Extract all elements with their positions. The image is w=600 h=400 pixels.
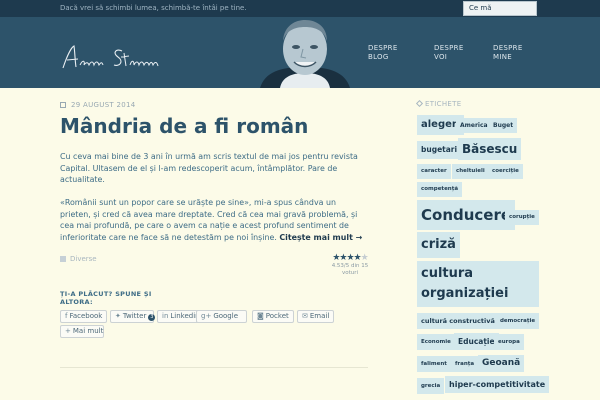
share-email-button[interactable]: ✉ Email	[297, 310, 334, 323]
share-google-button[interactable]: g+ Google	[196, 310, 247, 323]
tags-title: ETICHETE	[415, 99, 462, 108]
read-more-link[interactable]: Citește mai mult →	[279, 233, 362, 242]
post-date-text[interactable]: 29 AUGUST 2014	[71, 101, 136, 109]
interests-dropdown-button[interactable]: Ce mă interesează...	[463, 1, 537, 25]
author-photo	[250, 17, 360, 88]
tag-item[interactable]: europa	[494, 334, 524, 350]
tag-item[interactable]: franța	[451, 356, 479, 372]
share-facebook-button[interactable]: f Facebook	[60, 310, 107, 323]
tag-item[interactable]: bugetari	[417, 141, 462, 159]
rating-stars[interactable]: ★★★★★	[330, 253, 370, 263]
tag-item[interactable]: caracter	[417, 164, 451, 179]
category-link[interactable]: Diverse	[70, 255, 97, 263]
more-icon: +	[65, 327, 71, 335]
linkedin-icon: in	[162, 312, 169, 320]
nav-despre-mine[interactable]: DESPRE MINE	[493, 44, 529, 62]
rating-summary-line1: 4.53/5 din 15	[331, 263, 369, 269]
tag-item[interactable]: competență	[417, 182, 463, 197]
post-rating: ★★★★★ 4.53/5 din 15 voturi	[330, 253, 370, 277]
tag-item[interactable]: America	[456, 118, 492, 133]
tag-item[interactable]: Educație	[454, 333, 499, 350]
post-paragraph-1: Cu ceva mai bine de 3 ani în urmă am scr…	[60, 152, 358, 184]
tag-item[interactable]: Buget	[489, 118, 518, 133]
nav-despre-blog[interactable]: DESPRE BLOG	[368, 44, 408, 62]
share-more-button[interactable]: + Mai mult	[60, 325, 104, 338]
site-header: DESPRE BLOG DESPRE VOI DESPRE MINE	[0, 17, 600, 88]
twitter-icon: ✦	[115, 312, 121, 320]
folder-icon	[60, 256, 66, 262]
share-label: Google	[213, 312, 238, 320]
share-title: ȚI-A PLĂCUT? SPUNE ȘI ALTORA:	[60, 290, 152, 306]
tag-item[interactable]: grecia	[417, 378, 445, 394]
share-label: Pocket	[265, 312, 289, 320]
share-label: Mai mult	[72, 327, 104, 335]
site-logo[interactable]	[60, 43, 175, 73]
tag-item[interactable]: cultura organizației	[417, 261, 539, 307]
calendar-icon	[60, 102, 66, 108]
half-star-icon[interactable]: ★	[354, 253, 362, 263]
tag-icon	[415, 99, 424, 108]
site-tagline: Dacă vrei să schimbi lumea, schimbă-te î…	[60, 4, 247, 12]
tag-item[interactable]: Economie	[417, 334, 455, 350]
tag-item[interactable]: coerciție	[488, 164, 523, 179]
top-bar: Dacă vrei să schimbi lumea, schimbă-te î…	[0, 0, 600, 25]
tag-item[interactable]: Conducere	[417, 200, 516, 230]
post-date: 29 AUGUST 2014	[60, 101, 136, 109]
share-label: Twitter	[122, 312, 147, 320]
share-label: Facebook	[69, 312, 103, 320]
google-plus-icon: g+	[201, 312, 212, 320]
share-pocket-button[interactable]: ◙ Pocket	[252, 310, 294, 323]
tag-item[interactable]: criză	[417, 232, 460, 258]
facebook-icon: f	[65, 312, 68, 320]
tag-item[interactable]: Băsescu	[458, 138, 522, 160]
tag-item[interactable]: Geoană	[478, 355, 525, 372]
star-icon[interactable]: ★★★	[332, 253, 354, 263]
post-divider	[60, 367, 368, 368]
tags-title-text: ETICHETE	[425, 100, 462, 108]
email-icon: ✉	[302, 312, 308, 320]
empty-star-icon[interactable]: ★	[361, 253, 369, 263]
post-title[interactable]: Mândria de a fi român	[60, 114, 308, 138]
tag-item[interactable]: corupție	[505, 210, 539, 225]
tag-item[interactable]: hiper-competitivitate	[445, 376, 550, 393]
nav-despre-voi[interactable]: DESPRE VOI	[434, 44, 470, 62]
share-twitter-button[interactable]: ✦ Twitter 3	[110, 310, 156, 323]
tag-item[interactable]: faliment	[417, 356, 451, 372]
share-count: 3	[148, 314, 156, 321]
pocket-icon: ◙	[257, 312, 264, 320]
tag-item[interactable]: democrație	[496, 313, 540, 329]
share-label: Email	[309, 312, 330, 320]
tag-item[interactable]: cultură constructivă	[417, 313, 499, 329]
post-paragraph-2: «Românii sunt un popor care se urăște pe…	[60, 197, 366, 243]
post-category: Diverse	[60, 255, 97, 263]
rating-summary-line2: voturi	[341, 270, 359, 276]
tag-item[interactable]: cheltuieli	[452, 164, 489, 179]
